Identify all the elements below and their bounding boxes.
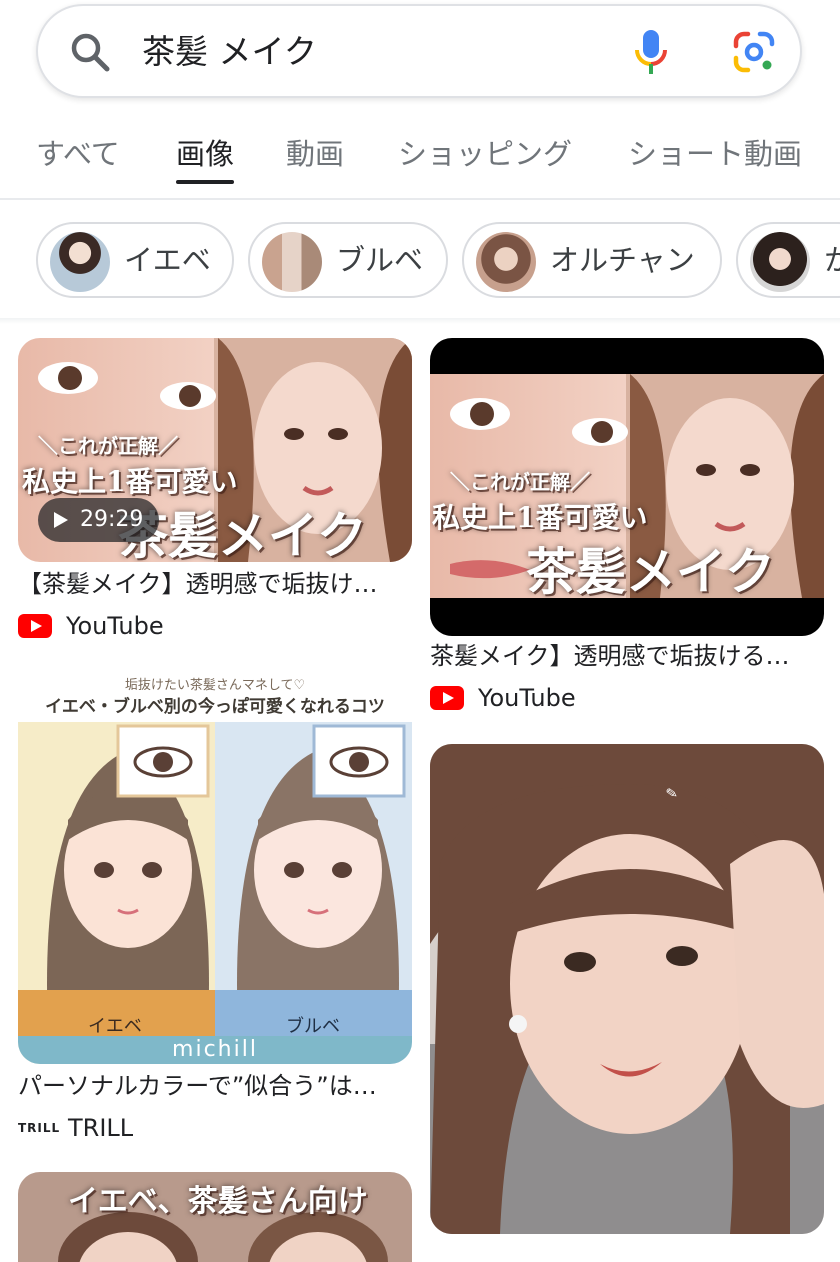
- overlay-caption: ＼これが正解／: [450, 470, 590, 494]
- search-tabs: すべて 画像 動画 ショッピング ショート動画: [0, 128, 840, 188]
- result-card[interactable]: イエベ、茶髪さん向け: [18, 1172, 412, 1262]
- thumbnail-image: [18, 670, 412, 1064]
- handwritten-note: ✎: [664, 785, 680, 803]
- result-source[interactable]: TRILL TRILL: [18, 1110, 412, 1146]
- chip-more[interactable]: か: [736, 222, 840, 298]
- source-name: YouTube: [478, 684, 576, 712]
- result-title[interactable]: 茶髪メイク】透明感で垢抜ける…: [430, 640, 824, 672]
- source-name: TRILL: [68, 1114, 134, 1142]
- chip-label: オルチャン: [550, 243, 695, 277]
- result-card[interactable]: ＼これが正解／ 私史上1番可愛い 茶髪メイク 29:29 【茶髪メイク】透明感で…: [18, 338, 412, 644]
- chip-thumbnail: [50, 232, 110, 292]
- result-thumbnail[interactable]: 垢抜けたい茶髪さんマネして♡ イエベ・ブルベ別の今っぽ可愛くなれるコツ イエベ …: [18, 670, 412, 1064]
- google-lens-icon[interactable]: [732, 30, 776, 74]
- result-thumbnail[interactable]: ＼これが正解／ 私史上1番可愛い 茶髪メイク: [430, 338, 824, 636]
- tabs-divider: [0, 198, 840, 200]
- result-thumbnail[interactable]: ＼これが正解／ 私史上1番可愛い 茶髪メイク 29:29: [18, 338, 412, 562]
- youtube-icon: [18, 614, 52, 638]
- filter-chips: イエベ ブルベ オルチャン か: [0, 222, 840, 302]
- play-icon: [54, 512, 68, 528]
- result-title[interactable]: 【茶髪メイク】透明感で垢抜け…: [18, 568, 412, 600]
- chip-blue-base[interactable]: ブルベ: [248, 222, 448, 298]
- source-name: YouTube: [66, 612, 164, 640]
- overlay-caption: 私史上1番可愛い: [22, 465, 238, 498]
- overlay-title: イエベ、茶髪さん向け: [68, 1184, 368, 1219]
- result-card[interactable]: ✎: [430, 744, 824, 1234]
- result-source[interactable]: YouTube: [18, 608, 412, 644]
- result-source[interactable]: YouTube: [430, 680, 824, 716]
- result-card[interactable]: ＼これが正解／ 私史上1番可愛い 茶髪メイク 茶髪メイク】透明感で垢抜ける… Y…: [430, 338, 824, 716]
- overlay-title: 茶髪メイク: [526, 542, 775, 601]
- overlay-caption: ＼これが正解／: [38, 434, 178, 458]
- chip-label: ブルベ: [336, 243, 424, 277]
- result-card[interactable]: 垢抜けたい茶髪さんマネして♡ イエベ・ブルベ別の今っぽ可愛くなれるコツ イエベ …: [18, 670, 412, 1146]
- chips-shadow: [0, 318, 840, 324]
- tab-images[interactable]: 画像: [176, 128, 235, 184]
- tab-short-videos[interactable]: ショート動画: [628, 128, 802, 184]
- illustration-label-right: ブルベ: [286, 1016, 340, 1037]
- chip-label: か: [824, 243, 840, 277]
- video-duration-badge: 29:29: [38, 498, 160, 542]
- chip-label: イエベ: [124, 243, 211, 277]
- chip-thumbnail: [750, 232, 810, 292]
- illustration-header-small: 垢抜けたい茶髪さんマネして♡: [124, 678, 306, 693]
- chip-thumbnail: [476, 232, 536, 292]
- illustration-header: イエベ・ブルベ別の今っぽ可愛くなれるコツ: [45, 697, 385, 717]
- result-thumbnail[interactable]: イエベ、茶髪さん向け: [18, 1172, 412, 1262]
- tab-all[interactable]: すべて: [36, 128, 120, 184]
- overlay-caption: 私史上1番可愛い: [432, 501, 648, 534]
- mic-icon[interactable]: [634, 28, 668, 78]
- illustration-label-left: イエベ: [88, 1016, 142, 1037]
- trill-logo: TRILL: [18, 1121, 61, 1135]
- chip-yellow-base[interactable]: イエベ: [36, 222, 234, 298]
- duration-text: 29:29: [80, 507, 144, 532]
- youtube-icon: [430, 686, 464, 710]
- tab-videos[interactable]: 動画: [286, 128, 344, 184]
- result-title[interactable]: パーソナルカラーで”似合う”は…: [18, 1070, 412, 1102]
- tab-shopping[interactable]: ショッピング: [398, 128, 572, 184]
- chip-ulzzang[interactable]: オルチャン: [462, 222, 722, 298]
- search-bar[interactable]: 茶髪 メイク: [36, 4, 802, 98]
- chip-thumbnail: [262, 232, 322, 292]
- result-thumbnail[interactable]: ✎: [430, 744, 824, 1234]
- brand-watermark: michill: [172, 1037, 258, 1062]
- thumbnail-image: [430, 744, 824, 1234]
- search-input[interactable]: 茶髪 メイク: [142, 30, 317, 74]
- search-icon[interactable]: [68, 30, 112, 74]
